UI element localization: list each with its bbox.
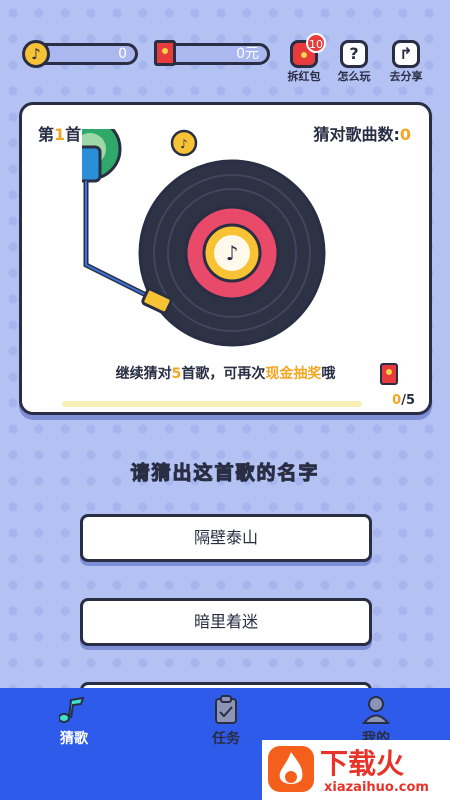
nav-label: 猜歌	[60, 731, 88, 747]
hint-prefix: 继续猜对	[115, 366, 172, 382]
hint-count: 5	[171, 366, 182, 382]
question-icon: ?	[340, 40, 368, 68]
song-number-value: 1	[54, 125, 66, 144]
flame-logo-icon	[268, 746, 314, 792]
music-note-icon	[58, 696, 85, 723]
svg-text:♪: ♪	[180, 137, 188, 151]
watermark: 下载火 xiazaihuo.com	[262, 740, 450, 800]
how-to-play-label: 怎么玩	[337, 70, 371, 83]
song-card: 第1首 猜对歌曲数:0 ♪ ♪ 继续猜对5首歌，可再次现金抽奖哦 0/5	[19, 102, 432, 415]
user-icon	[361, 696, 391, 724]
share-label: 去分享	[389, 70, 423, 83]
hint-suffix: 哦	[321, 366, 336, 382]
song-number-title: 第1首	[38, 121, 81, 145]
watermark-url: xiazaihuo.com	[324, 780, 429, 795]
red-packet-icon	[154, 40, 176, 66]
answer-option[interactable]: 暗里着迷	[80, 598, 372, 646]
coin-icon: ♪	[170, 129, 198, 157]
notification-badge: 10	[306, 33, 326, 53]
progress-count: 0/5	[392, 393, 415, 408]
share-icon: ↱	[392, 40, 420, 68]
coin-count: 0	[118, 46, 127, 62]
progress-current: 0	[392, 393, 402, 408]
nav-item-tasks[interactable]: 任务	[186, 694, 266, 748]
progress-bar	[62, 401, 362, 407]
nav-item-guess-song[interactable]: 猜歌	[34, 694, 114, 748]
question-prompt: 请猜出这首歌的名字	[130, 462, 320, 485]
song-number-suffix: 首	[65, 125, 82, 144]
hint-middle: 首歌，可再次	[181, 366, 266, 382]
nav-label: 任务	[212, 731, 240, 747]
clipboard-icon	[215, 695, 237, 724]
red-packet-icon[interactable]	[380, 363, 398, 385]
vinyl-record-icon: ♪	[138, 159, 326, 347]
watermark-title: 下载火	[320, 747, 405, 780]
cash-balance-bar: 0元	[162, 43, 270, 65]
answer-option[interactable]: 隔壁泰山	[80, 514, 372, 562]
song-number-prefix: 第	[38, 125, 55, 144]
vinyl-player-illustration: ♪ ♪	[82, 129, 326, 347]
progress-hint: 继续猜对5首歌，可再次现金抽奖哦	[22, 363, 429, 383]
cash-amount: 0元	[236, 46, 259, 62]
progress-total: /5	[401, 393, 415, 408]
hint-highlight: 现金抽奖	[265, 366, 322, 382]
guessed-count-value: 0	[399, 125, 411, 144]
svg-text:♪: ♪	[226, 241, 239, 265]
open-red-packet-label: 拆红包	[287, 70, 321, 83]
coin-icon	[22, 40, 50, 68]
